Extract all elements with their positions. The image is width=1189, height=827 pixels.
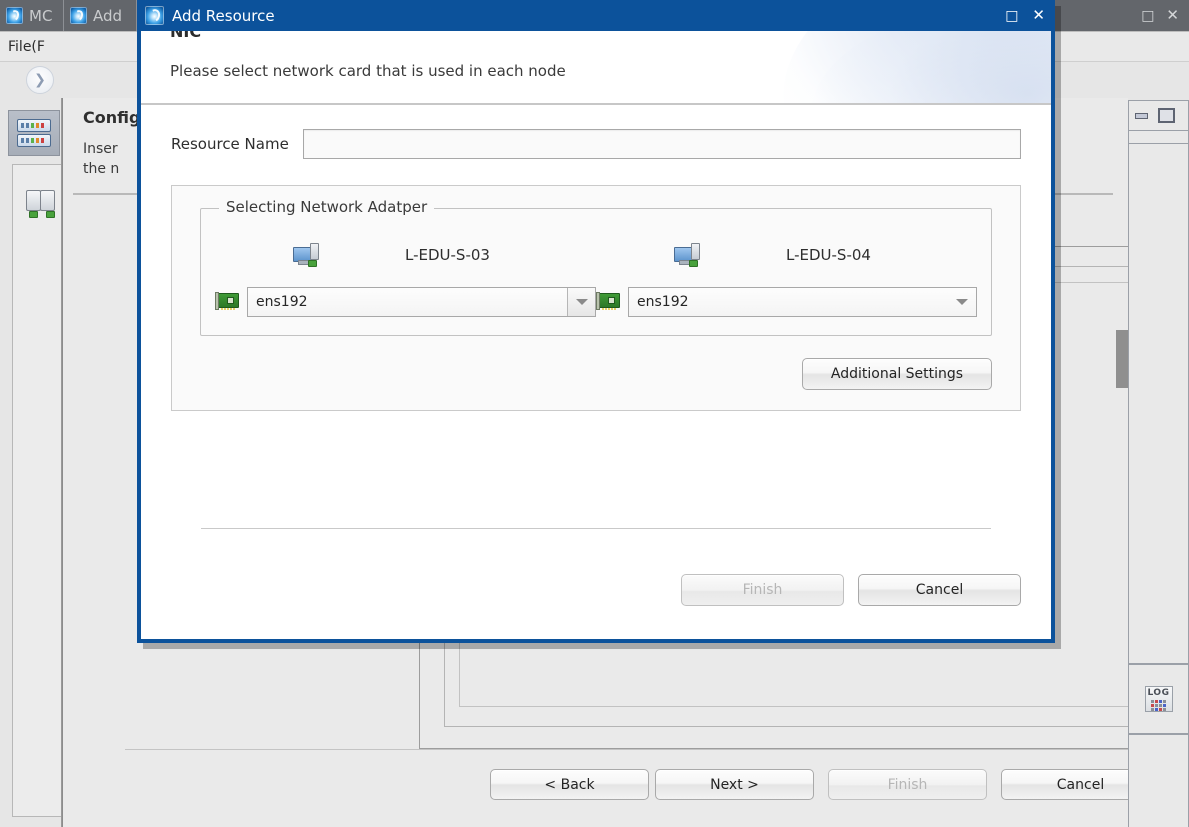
node-name-label: L-EDU-S-04 <box>786 246 871 264</box>
background-wizard-title: Config <box>83 108 141 127</box>
dialog-description: Please select network card that is used … <box>170 62 566 80</box>
resource-name-label: Resource Name <box>171 135 289 153</box>
background-wizard-subtitle: Inser the n <box>83 139 140 179</box>
log-icon-grid <box>1151 700 1166 711</box>
dialog-titlebar[interactable]: Add Resource □ ✕ <box>137 0 1055 31</box>
node-column-2: L-EDU-S-04 ens192 <box>596 235 977 317</box>
nic-select-value: ens192 <box>256 294 308 310</box>
nic-select-node-1[interactable]: ens192 <box>247 287 596 317</box>
node-header: L-EDU-S-03 <box>215 235 596 275</box>
footer-divider <box>201 528 991 529</box>
server-chip-icon <box>17 134 51 147</box>
minimize-icon[interactable] <box>1135 112 1148 119</box>
background-button-bar: < Back Next > Finish Cancel <box>125 749 1189 827</box>
left-nav-strip <box>0 98 62 827</box>
add-resource-dialog: NIC Please select network card that is u… <box>137 0 1055 643</box>
node-name-label: L-EDU-S-03 <box>405 246 490 264</box>
app-logo-icon <box>6 7 23 24</box>
restore-icon[interactable] <box>1158 108 1175 123</box>
dialog-footer: Finish Cancel <box>141 552 1051 606</box>
dialog-cancel-button[interactable]: Cancel <box>858 574 1021 606</box>
inactive-window-add[interactable]: Add <box>64 0 137 31</box>
network-card-icon <box>215 292 239 311</box>
restore-icon[interactable]: □ <box>1141 9 1154 23</box>
dialog-finish-button: Finish <box>681 574 844 606</box>
network-card-icon <box>596 292 620 311</box>
dock-panel-bottom <box>1128 734 1189 827</box>
fieldset-legend: Selecting Network Adatper <box>219 198 435 216</box>
nav-tab-servers[interactable] <box>8 110 60 156</box>
server-node-icon <box>293 243 319 267</box>
server-node-icon <box>674 243 700 267</box>
nodes-row: L-EDU-S-03 ens192 L-EDU-S-04 ens192 <box>215 235 977 317</box>
nav-tree-panel <box>12 164 61 817</box>
back-button[interactable]: < Back <box>490 769 649 800</box>
finish-button: Finish <box>828 769 987 800</box>
node-column-1: L-EDU-S-03 ens192 <box>215 235 596 317</box>
dialog-title: Add Resource <box>172 6 275 25</box>
additional-settings-button[interactable]: Additional Settings <box>802 358 992 390</box>
inactive-window-mc[interactable]: MC <box>0 0 64 31</box>
network-adapter-group: Selecting Network Adatper L-EDU-S-03 ens… <box>171 185 1021 411</box>
screen: File(F ❯ Config Inser the n < Back Next … <box>0 0 1189 827</box>
close-icon[interactable]: ✕ <box>1032 8 1045 23</box>
log-icon-label: LOG <box>1147 688 1170 698</box>
dock-panel-top <box>1128 100 1189 144</box>
chevron-down-icon[interactable] <box>567 288 595 316</box>
chevron-down-icon[interactable] <box>948 288 976 316</box>
dock-panel-body <box>1128 144 1189 664</box>
cluster-node-icon[interactable] <box>26 190 60 218</box>
app-logo-icon <box>145 6 164 25</box>
nic-row: ens192 <box>215 287 596 317</box>
nic-row: ens192 <box>596 287 977 317</box>
resource-name-row: Resource Name <box>171 129 1021 159</box>
app-logo-icon <box>70 7 87 24</box>
inactive-window-title: MC <box>29 6 53 25</box>
dock-panel-header <box>1129 101 1188 131</box>
restore-icon[interactable]: □ <box>1005 9 1018 23</box>
inactive-window-stub[interactable]: □ ✕ <box>1055 0 1189 31</box>
nic-select-node-2[interactable]: ens192 <box>628 287 977 317</box>
menu-item-file[interactable]: File(F <box>8 39 45 55</box>
selecting-network-adapter-fieldset: Selecting Network Adatper L-EDU-S-03 ens… <box>200 198 992 336</box>
log-icon[interactable]: LOG <box>1144 686 1173 712</box>
additional-settings-row: Additional Settings <box>188 358 1004 390</box>
nic-select-value: ens192 <box>637 294 689 310</box>
close-icon[interactable]: ✕ <box>1166 8 1179 23</box>
dock-panel-log: LOG <box>1128 664 1189 734</box>
next-button[interactable]: Next > <box>655 769 814 800</box>
node-header: L-EDU-S-04 <box>596 235 977 275</box>
dialog-content: Resource Name Selecting Network Adatper <box>141 105 1051 411</box>
forward-arrow-icon[interactable]: ❯ <box>26 66 54 94</box>
background-wizard-header: Config Inser the n <box>83 108 140 179</box>
inactive-window-title: Add <box>93 6 123 25</box>
server-chip-icon <box>17 119 51 132</box>
resource-name-input[interactable] <box>302 129 1021 159</box>
background-wizard-subtitle-line1: Inser <box>83 141 118 157</box>
background-wizard-subtitle-line2: the n <box>83 161 120 177</box>
